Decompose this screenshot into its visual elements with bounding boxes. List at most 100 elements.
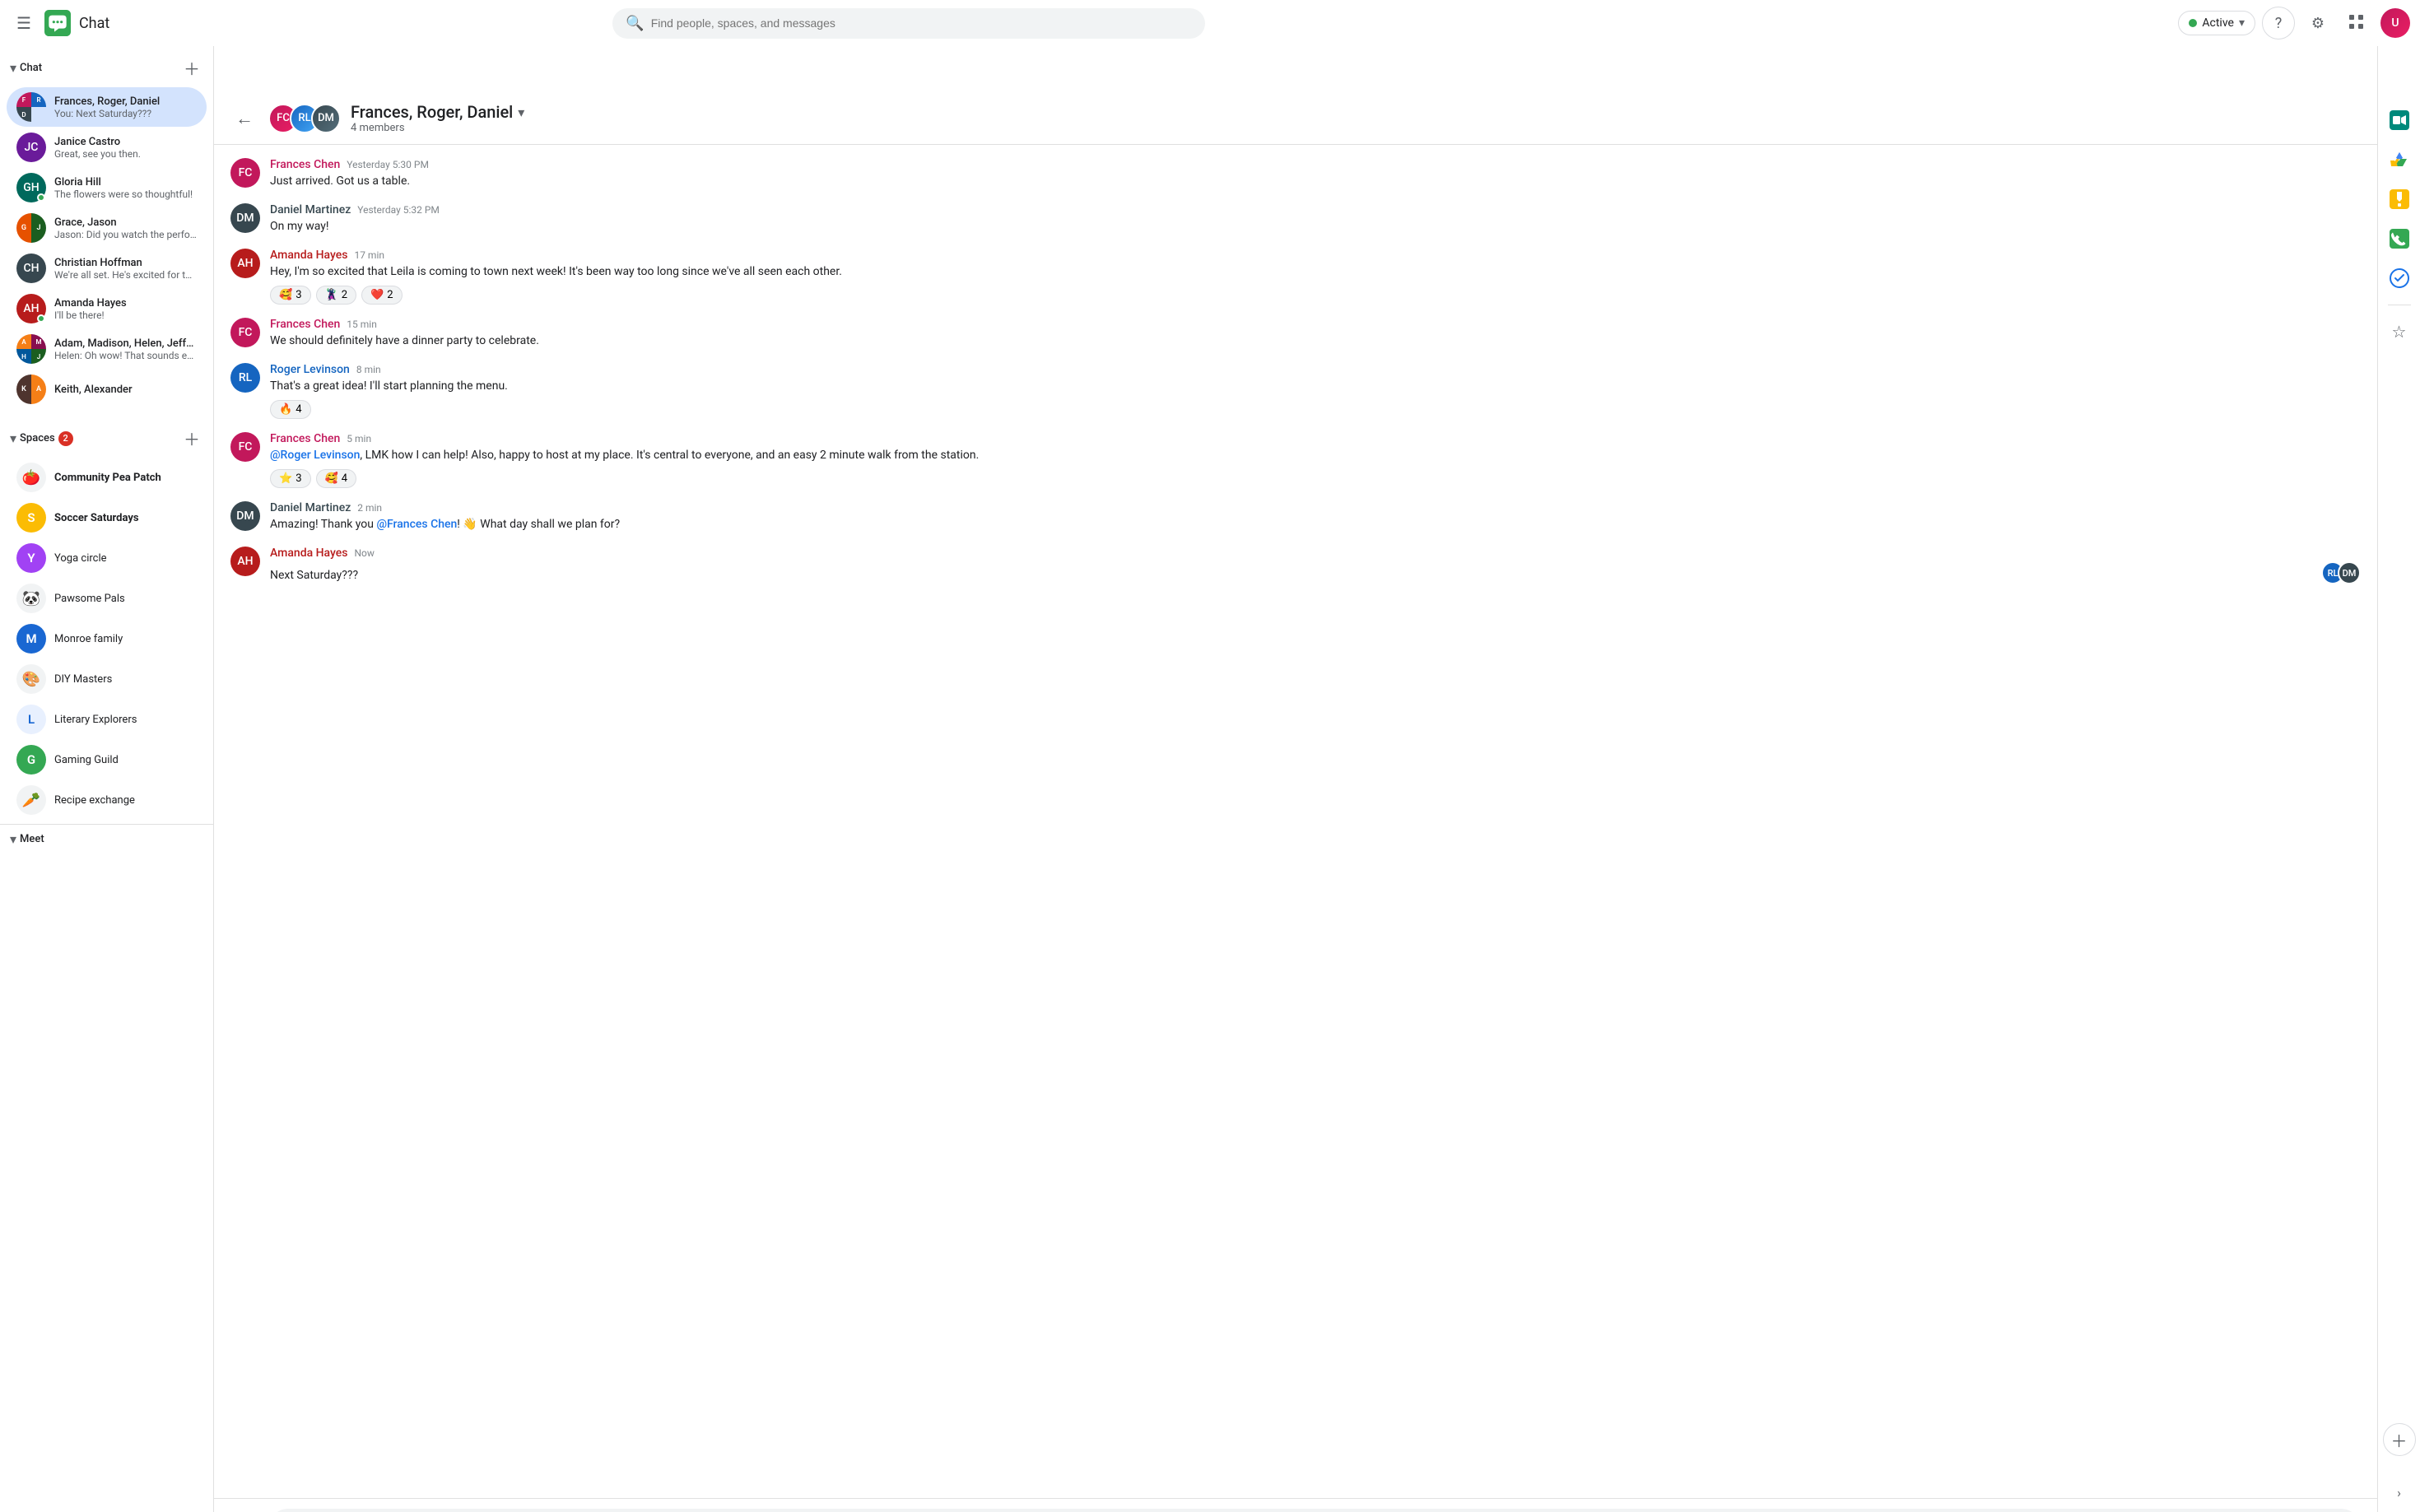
chat-section-chevron-icon: ▾ — [10, 60, 16, 76]
online-indicator — [37, 314, 45, 323]
space-icon: 🐼 — [16, 584, 46, 613]
chat-section-header[interactable]: ▾ Chat ＋ — [0, 46, 213, 86]
reactions: ⭐3 🥰4 — [270, 469, 2361, 488]
avatar-wrap: CH — [16, 254, 46, 283]
chat-item-grace-jason[interactable]: GJGrace, JasonJason: Did you watch the p… — [7, 208, 207, 248]
message-time: Yesterday 5:30 PM — [347, 159, 429, 170]
reaction-button[interactable]: ⭐3 — [270, 469, 311, 488]
message-group: FCFrances ChenYesterday 5:30 PMJust arri… — [230, 158, 2361, 190]
reaction-button[interactable]: 🔥4 — [270, 400, 311, 419]
chat-title[interactable]: Frances, Roger, Daniel ▾ — [351, 102, 2361, 122]
space-item-soccer-saturdays[interactable]: SSoccer Saturdays — [7, 498, 207, 537]
message-header: Daniel Martinez 2 min — [270, 501, 2361, 514]
message-body: Frances ChenYesterday 5:30 PMJust arrive… — [270, 158, 2361, 190]
spaces-badge: 2 — [58, 431, 73, 446]
google-meet-icon[interactable] — [2383, 104, 2416, 137]
message-time: Now — [354, 547, 374, 559]
google-drive-icon[interactable] — [2383, 143, 2416, 176]
main-chat-area: ← FC RL DM Frances, Roger, Daniel ▾ 4 me… — [214, 46, 2377, 1512]
reaction-count: 2 — [342, 289, 347, 301]
reaction-emoji: ❤️ — [370, 289, 384, 301]
space-item-diy-masters[interactable]: 🎨DIY Masters — [7, 659, 207, 699]
reaction-button[interactable]: 🥰3 — [270, 286, 311, 305]
message-text: Just arrived. Got us a table. — [270, 173, 2361, 190]
mention-link[interactable]: @Roger Levinson — [270, 449, 360, 462]
add-right-panel-button[interactable]: ＋ — [2383, 1423, 2416, 1456]
chat-item-name: Christian Hoffman — [54, 257, 197, 269]
meet-section-header[interactable]: ▾ Meet — [10, 831, 203, 847]
chat-item-name: Grace, Jason — [54, 216, 197, 229]
chat-item-preview: We're all set. He's excited for the trip… — [54, 269, 197, 281]
message-time: 17 min — [354, 249, 384, 261]
back-button[interactable]: ← — [230, 103, 258, 134]
reaction-button[interactable]: ❤️2 — [361, 286, 403, 305]
chat-item-gloria-hill[interactable]: GHGloria HillThe flowers were so thought… — [7, 168, 207, 207]
new-space-button[interactable]: ＋ — [180, 423, 203, 454]
chat-item-amanda-hayes[interactable]: AHAmanda HayesI'll be there! — [7, 289, 207, 328]
avatar-wrap: GJ — [16, 213, 46, 243]
search-bar[interactable]: 🔍 — [612, 8, 1205, 39]
message-group: DMDaniel Martinez2 minAmazing! Thank you… — [230, 501, 2361, 533]
space-item-recipe-exchange[interactable]: 🥕Recipe exchange — [7, 780, 207, 820]
space-item-community-pea-patch[interactable]: 🍅Community Pea Patch — [7, 458, 207, 497]
avatar-part: K — [16, 375, 31, 404]
message-body: Roger Levinson8 minThat's a great idea! … — [270, 363, 2361, 419]
chat-item-adam-madison[interactable]: AMHJAdam, Madison, Helen, JeffreyHelen: … — [7, 329, 207, 369]
status-button[interactable]: Active ▾ — [2178, 11, 2255, 35]
space-item-monroe-family[interactable]: MMonroe family — [7, 619, 207, 658]
reactions: 🔥4 — [270, 400, 2361, 419]
message-header: Amanda Hayes17 min — [270, 249, 2361, 262]
chat-item-preview: Helen: Oh wow! That sounds exciting ... — [54, 350, 197, 361]
reaction-button[interactable]: 🥰4 — [316, 469, 357, 488]
settings-button[interactable]: ⚙ — [2301, 7, 2334, 40]
chat-header: ← FC RL DM Frances, Roger, Daniel ▾ 4 me… — [214, 92, 2377, 145]
google-keep-icon[interactable] — [2383, 183, 2416, 216]
message-time: 2 min — [357, 502, 382, 514]
message-text: Amazing! Thank you @Frances Chen! 👋 What… — [270, 516, 2361, 533]
space-item-gaming-guild[interactable]: GGaming Guild — [7, 740, 207, 779]
space-item-yoga-circle[interactable]: YYoga circle — [7, 538, 207, 578]
chat-item-frances-roger-daniel[interactable]: FRDFrances, Roger, DanielYou: Next Satur… — [7, 87, 207, 127]
google-phone-icon[interactable] — [2383, 222, 2416, 255]
space-item-literary-explorers[interactable]: LLiterary Explorers — [7, 700, 207, 739]
message-input-box[interactable]: A̲ ☺ GIF ↑ 🎬 ▶ — [268, 1509, 2361, 1512]
search-input[interactable] — [651, 16, 1193, 30]
message-avatar: DM — [230, 203, 260, 233]
message-sender-name: Frances Chen — [270, 432, 340, 445]
space-name: Yoga circle — [54, 552, 107, 565]
avatar-part: M — [31, 334, 46, 349]
star-button[interactable]: ☆ — [2383, 315, 2416, 348]
user-avatar[interactable]: U — [2380, 8, 2410, 38]
reaction-count: 2 — [387, 289, 393, 301]
avatar-wrap: GH — [16, 173, 46, 202]
mention-link[interactable]: @Frances Chen — [376, 518, 457, 531]
chat-item-name: Gloria Hill — [54, 176, 197, 188]
avatar-wrap: JC — [16, 133, 46, 162]
new-chat-button[interactable]: ＋ — [180, 53, 203, 83]
right-icons-panel: ☆ ＋ › — [2377, 46, 2420, 1512]
sidebar: ▾ Chat ＋ FRDFrances, Roger, DanielYou: N… — [0, 46, 214, 1512]
apps-button[interactable] — [2341, 7, 2374, 40]
message-avatar: AH — [230, 249, 260, 278]
space-name: Soccer Saturdays — [54, 512, 139, 524]
reaction-button[interactable]: 🦹2 — [316, 286, 357, 305]
message-sender-name: Frances Chen — [270, 318, 340, 331]
chat-item-keith-alexander[interactable]: KAKeith, Alexander — [7, 370, 207, 409]
google-tasks-icon[interactable] — [2383, 262, 2416, 295]
message-group: FCFrances Chen15 minWe should definitely… — [230, 318, 2361, 350]
search-icon: 🔍 — [626, 15, 644, 32]
spaces-section-header[interactable]: ▾ Spaces 2 ＋ — [0, 416, 213, 457]
help-button[interactable]: ? — [2262, 7, 2295, 40]
message-sender-name: Daniel Martinez — [270, 501, 351, 514]
message-body: Daniel Martinez 2 min Amazing! Thank you @… — [270, 501, 2361, 533]
hamburger-button[interactable]: ☰ — [10, 7, 38, 40]
chat-item-christian-hoffman[interactable]: CH Christian HoffmanWe're all set. He's e… — [7, 249, 207, 288]
avatar: CH — [16, 254, 46, 283]
reaction-count: 3 — [296, 472, 301, 485]
space-item-pawsome-pals[interactable]: 🐼Pawsome Pals — [7, 579, 207, 618]
meet-chevron-icon: ▾ — [10, 831, 16, 847]
chat-item-janice-castro[interactable]: JCJanice CastroGreat, see you then. — [7, 128, 207, 167]
expand-right-panel-button[interactable]: › — [2383, 1476, 2416, 1509]
message-body: Frances Chen5 min@Roger Levinson, LMK ho… — [270, 432, 2361, 488]
space-name: Gaming Guild — [54, 754, 119, 766]
